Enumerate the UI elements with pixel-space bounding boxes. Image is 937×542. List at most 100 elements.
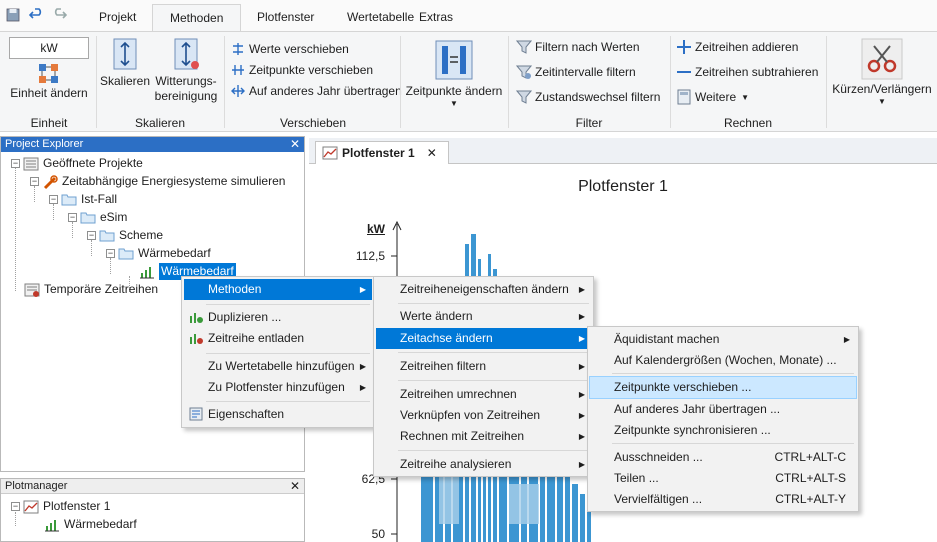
chevron-down-icon: ▼ xyxy=(741,92,750,102)
undo-icon[interactable] xyxy=(28,6,46,24)
shift-time-icon xyxy=(230,62,246,78)
weitere-button[interactable]: Weitere ▼ xyxy=(676,86,749,108)
submenu-arrow-icon: ▶ xyxy=(578,334,585,343)
menu-item-label: Vervielfältigen ... xyxy=(614,492,703,506)
close-icon[interactable]: ✕ xyxy=(427,146,437,160)
tree-item-scheme[interactable]: − Scheme xyxy=(87,227,163,244)
menu-item-label: Zu Wertetabelle hinzufügen xyxy=(208,359,355,373)
menu-item-zu-plotfenster[interactable]: Zu Plotfenster hinzufügen ▶ xyxy=(184,377,372,398)
menu-item-label: Zu Plotfenster hinzufügen xyxy=(208,380,345,394)
menu-item-aequidistant[interactable]: Äquidistant machen ▶ xyxy=(590,329,856,350)
zeitpunkte-verschieben-button[interactable]: Zeitpunkte verschieben xyxy=(230,59,373,81)
ribbon-separator xyxy=(508,36,509,128)
menu-separator xyxy=(206,353,370,354)
menu-item-methoden[interactable]: Methoden ▶ xyxy=(184,279,372,300)
plotmanager-item-plotfenster[interactable]: − Plotfenster 1 xyxy=(11,498,110,515)
tree-item-ist-fall[interactable]: − Ist-Fall xyxy=(49,191,117,208)
tree-item-geoeffnete-projekte[interactable]: − Geöffnete Projekte xyxy=(11,155,143,172)
filtern-nach-werten-label: Filtern nach Werten xyxy=(535,40,640,54)
collapse-toggle-icon[interactable]: − xyxy=(11,502,20,511)
menu-item-synchronisieren[interactable]: Zeitpunkte synchronisieren ... xyxy=(590,420,856,441)
collapse-toggle-icon[interactable]: − xyxy=(30,177,39,186)
menu-item-zeitreihen-umrechnen[interactable]: Zeitreihen umrechnen ▶ xyxy=(376,384,591,405)
collapse-toggle-icon[interactable]: − xyxy=(87,231,96,240)
menu-item-label: Rechnen mit Zeitreihen xyxy=(400,429,525,443)
plotmanager-item-waermebedarf[interactable]: Wärmebedarf xyxy=(44,516,137,533)
zustandswechsel-filtern-button[interactable]: Zustandswechsel filtern xyxy=(516,86,660,108)
zeitintervalle-filtern-button[interactable]: Zeitintervalle filtern xyxy=(516,61,636,83)
menu-item-label: Zeitreihe entladen xyxy=(208,331,305,345)
unit-change-icon xyxy=(4,62,94,86)
witterungs-label-2: bereinigung xyxy=(154,89,218,103)
collapse-toggle-icon[interactable]: − xyxy=(68,213,77,222)
collapse-toggle-icon[interactable]: − xyxy=(106,249,115,258)
ribbon-separator xyxy=(224,36,225,128)
zeitreihen-subtrahieren-button[interactable]: Zeitreihen subtrahieren xyxy=(676,61,818,83)
collapse-toggle-icon[interactable]: − xyxy=(11,159,20,168)
filtern-nach-werten-button[interactable]: Filtern nach Werten xyxy=(516,36,640,58)
shift-values-icon xyxy=(230,41,246,57)
project-explorer-title-text: Project Explorer xyxy=(5,138,84,150)
project-explorer-title: Project Explorer ✕ xyxy=(1,137,304,152)
tree-item-esim[interactable]: − eSim xyxy=(68,209,127,226)
zustandswechsel-filtern-label: Zustandswechsel filtern xyxy=(535,90,661,104)
tree-item-label: Scheme xyxy=(119,228,164,242)
close-icon[interactable]: ✕ xyxy=(290,137,300,152)
menu-item-anderes-jahr[interactable]: Auf anderes Jahr übertragen ... xyxy=(590,399,856,420)
menu-item-label: Teilen ... xyxy=(614,471,659,485)
menu-item-werte-aendern[interactable]: Werte ändern ▶ xyxy=(376,306,591,327)
menu-item-duplizieren[interactable]: Duplizieren ... xyxy=(184,307,372,328)
folder-icon xyxy=(99,229,115,243)
tab-projekt[interactable]: Projekt xyxy=(82,4,153,32)
time-series-icon xyxy=(44,518,60,532)
filter-state-icon xyxy=(516,89,532,105)
menu-item-teilen[interactable]: Teilen ... CTRL+ALT-S xyxy=(590,468,856,489)
menu-item-zeitreihe-analysieren[interactable]: Zeitreihe analysieren ▶ xyxy=(376,454,591,475)
document-tab-plotfenster[interactable]: Plotfenster 1 ✕ xyxy=(315,141,449,164)
menu-separator xyxy=(398,303,589,304)
unit-input[interactable]: kW xyxy=(9,37,89,59)
filter-icon xyxy=(516,39,532,55)
einheit-aendern-button[interactable]: Einheit ändern xyxy=(4,62,94,101)
skalieren-button[interactable]: Skalieren xyxy=(98,38,152,89)
plus-icon xyxy=(676,39,692,55)
menu-item-kalendergroessen[interactable]: Auf Kalendergrößen (Wochen, Monate) ... xyxy=(590,350,856,371)
kuerzen-verlaengern-button[interactable]: Kürzen/Verlängern ▼ xyxy=(830,36,934,107)
collapse-toggle-icon[interactable]: − xyxy=(49,195,58,204)
tab-methoden[interactable]: Methoden xyxy=(152,4,242,32)
tab-extras[interactable]: Extras xyxy=(402,4,470,32)
menu-item-ausschneiden[interactable]: Ausschneiden ... CTRL+ALT-C xyxy=(590,447,856,468)
tree-item-label: Geöffnete Projekte xyxy=(43,156,143,170)
tree-item-energiesysteme[interactable]: − Zeitabhängige Energiesysteme simuliere… xyxy=(30,173,285,190)
submenu-arrow-icon: ▶ xyxy=(359,383,366,392)
ribbon-separator xyxy=(670,36,671,128)
menu-item-zeitreiheneigenschaften[interactable]: Zeitreiheneigenschaften ändern ▶ xyxy=(376,279,591,300)
project-list-icon xyxy=(23,157,39,171)
menu-item-zeitreihen-filtern[interactable]: Zeitreihen filtern ▶ xyxy=(376,356,591,377)
menu-item-zeitreihe-entladen[interactable]: Zeitreihe entladen xyxy=(184,328,372,349)
tab-plotfenster[interactable]: Plotfenster xyxy=(240,4,331,32)
werte-verschieben-button[interactable]: Werte verschieben xyxy=(230,38,349,60)
redo-icon[interactable] xyxy=(50,6,68,24)
save-icon[interactable] xyxy=(4,6,22,24)
menu-item-vervielfaeltigen[interactable]: Vervielfältigen ... CTRL+ALT-Y xyxy=(590,489,856,510)
menu-item-zeitachse-aendern[interactable]: Zeitachse ändern ▶ xyxy=(376,328,591,349)
witterungsbereinigung-button[interactable]: Witterungs- bereinigung xyxy=(152,38,220,104)
context-menu-methoden: Zeitreiheneigenschaften ändern ▶ Werte ä… xyxy=(373,276,594,477)
time-points-icon xyxy=(402,36,506,84)
tree-item-label: Wärmebedarf xyxy=(138,246,211,260)
menu-item-zeitpunkte-verschieben[interactable]: Zeitpunkte verschieben ... xyxy=(589,376,857,399)
menu-item-zu-wertetabelle[interactable]: Zu Wertetabelle hinzufügen ▶ xyxy=(184,356,372,377)
menu-item-verknuepfen[interactable]: Verknüpfen von Zeitreihen ▶ xyxy=(376,405,591,426)
tree-item-label: eSim xyxy=(100,210,128,224)
menu-item-rechnen-mit-zeitreihen[interactable]: Rechnen mit Zeitreihen ▶ xyxy=(376,426,591,447)
zeitreihen-addieren-button[interactable]: Zeitreihen addieren xyxy=(676,36,798,58)
tree-item-temporaere-zeitreihen[interactable]: Temporäre Zeitreihen xyxy=(11,281,158,298)
submenu-arrow-icon: ▶ xyxy=(578,285,585,294)
menu-item-eigenschaften[interactable]: Eigenschaften xyxy=(184,404,372,425)
tree-item-waermebedarf-folder[interactable]: − Wärmebedarf xyxy=(106,245,211,262)
anderes-jahr-button[interactable]: Auf anderes Jahr übertragen xyxy=(230,80,402,102)
close-icon[interactable]: ✕ xyxy=(290,479,300,494)
zeitpunkte-aendern-button[interactable]: Zeitpunkte ändern ▼ xyxy=(402,36,506,109)
einheit-aendern-label: Einheit ändern xyxy=(10,86,88,100)
